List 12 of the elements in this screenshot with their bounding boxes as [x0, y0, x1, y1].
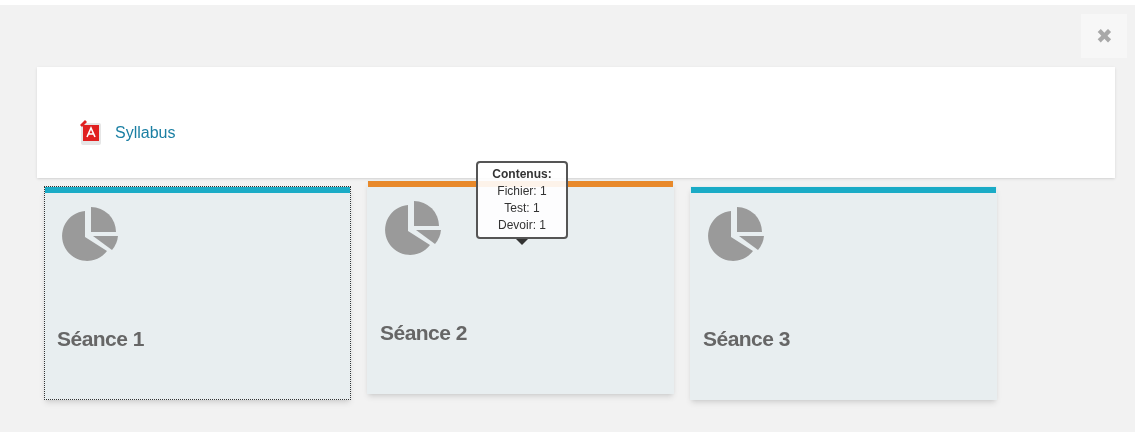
pdf-file-icon: [79, 120, 103, 146]
session-title: Séance 3: [702, 326, 791, 352]
session-card[interactable]: Séance 3: [690, 186, 997, 400]
tooltip-pointer: [516, 239, 528, 245]
session-title: Séance 1: [56, 326, 145, 352]
tooltip-heading: Contenus:: [492, 166, 552, 183]
session-card[interactable]: Séance 1: [44, 186, 351, 400]
tooltip-line: Fichier: 1: [497, 183, 547, 200]
syllabus-link[interactable]: Syllabus: [115, 121, 176, 145]
tooltip-line: Devoir: 1: [498, 217, 546, 234]
tooltip-line: Test: 1: [504, 200, 540, 217]
session-title: Séance 2: [379, 320, 468, 346]
